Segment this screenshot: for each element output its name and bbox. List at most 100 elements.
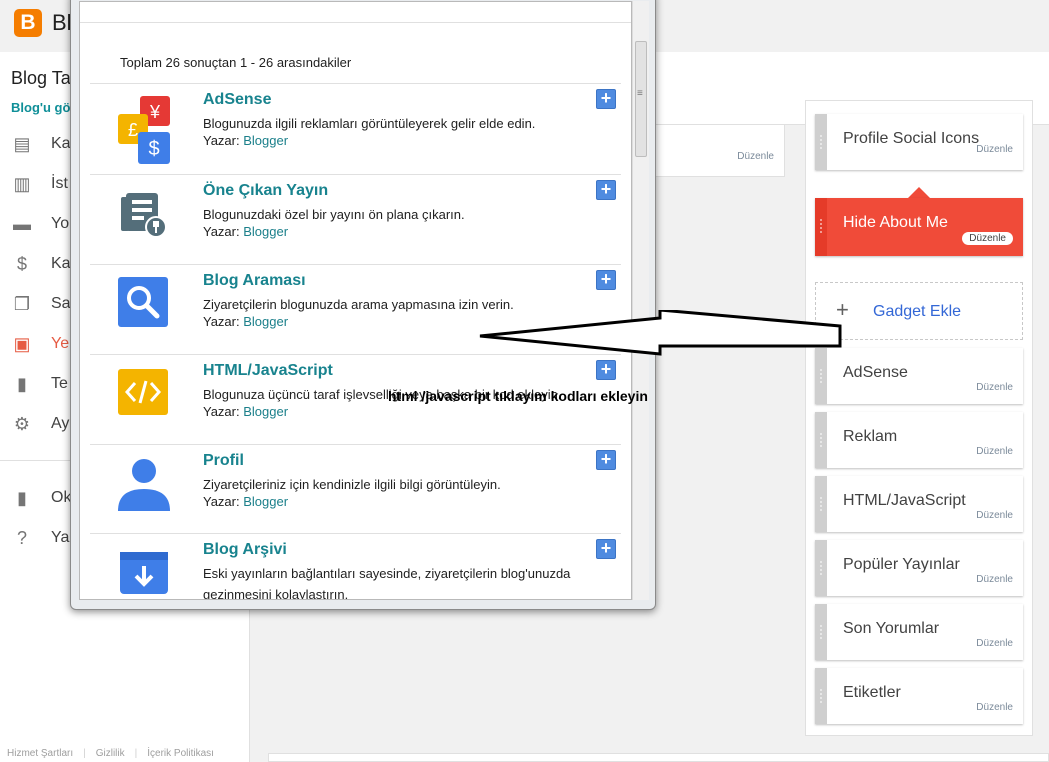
gadget-name: Reklam [843, 428, 898, 445]
drag-handle[interactable] [815, 476, 827, 532]
bottom-panel [268, 753, 1049, 762]
gadget-recent-comments[interactable]: Son Yorumlar Düzenle [815, 604, 1023, 660]
sidebar-item-label: Ye [51, 335, 70, 352]
comments-icon: ▬ [13, 214, 31, 234]
author-label: Yazar: [203, 314, 240, 329]
add-gadget-dialog: Toplam 26 sonuçtan 1 - 26 arasındakiler … [70, 0, 656, 610]
scrollbar-thumb[interactable] [635, 41, 647, 157]
sidebar-item-label: Ya [51, 529, 70, 546]
stats-icon: ▥ [13, 174, 31, 194]
svg-text:£: £ [128, 120, 138, 140]
blog-title: Blog Ta [11, 68, 71, 88]
author-link[interactable]: Blogger [243, 404, 288, 419]
gadget-name: Profile Social Icons [843, 130, 980, 147]
drag-handle[interactable] [815, 198, 827, 256]
gadget-author: Yazar: Blogger [203, 133, 288, 148]
sidebar-item-label: Sa [51, 295, 71, 312]
scrollbar[interactable] [632, 1, 649, 600]
gadget-labels[interactable]: Etiketler Düzenle [815, 668, 1023, 724]
author-link[interactable]: Blogger [243, 314, 288, 329]
author-label: Yazar: [203, 494, 240, 509]
gadget-name: Son Yorumlar [843, 620, 940, 637]
content-policy-link[interactable]: İçerik Politikası [147, 748, 214, 759]
add-gadget-plus-button[interactable]: + [596, 450, 616, 470]
view-blog-link[interactable]: Blog'u gö [11, 100, 70, 115]
annotation-text: html /javascript tıklayım kodları ekleyi… [388, 388, 648, 404]
gadget-option-adsense[interactable]: ¥ £ $ AdSense Blogunuzda ilgili reklamla… [90, 83, 621, 173]
privacy-link[interactable]: Gizlilik [96, 748, 125, 759]
gadget-hide-about-me[interactable]: Hide About Me Düzenle [815, 198, 1023, 256]
gadget-author: Yazar: Blogger [203, 404, 288, 419]
code-icon [118, 367, 170, 419]
sidebar-item-label: Ok [51, 489, 72, 506]
add-gadget-label: Gadget Ekle [873, 303, 962, 320]
gadget-html-javascript[interactable]: HTML/JavaScript Düzenle [815, 476, 1023, 532]
add-gadget-plus-button[interactable]: + [596, 89, 616, 109]
drag-handle[interactable] [815, 604, 827, 660]
edit-link[interactable]: Düzenle [976, 382, 1013, 393]
pointer-arrow-icon [908, 187, 930, 198]
gadget-profile-social-icons[interactable]: Profile Social Icons Düzenle [815, 114, 1023, 170]
drag-handle[interactable] [815, 540, 827, 596]
gadget-title[interactable]: Öne Çıkan Yayın [203, 182, 328, 200]
edit-link[interactable]: Düzenle [976, 702, 1013, 713]
profile-icon [118, 457, 170, 511]
gadget-description: Ziyaretçileriniz için kendinizle ilgili … [203, 477, 501, 492]
drag-handle[interactable] [815, 412, 827, 468]
author-label: Yazar: [203, 133, 240, 148]
gadget-title[interactable]: Blog Araması [203, 272, 306, 290]
svg-text:¥: ¥ [149, 102, 161, 122]
add-gadget-plus-button[interactable]: + [596, 180, 616, 200]
edit-link[interactable]: Düzenle [737, 151, 774, 162]
add-gadget-plus-button[interactable]: + [596, 539, 616, 559]
edit-link[interactable]: Düzenle [976, 446, 1013, 457]
theme-icon: ▮ [17, 374, 27, 394]
gadget-option-blog-archive[interactable]: Blog Arşivi Eski yayınların bağlantıları… [90, 533, 621, 599]
gadget-name: HTML/JavaScript [843, 492, 966, 509]
featured-post-icon [118, 187, 170, 239]
blogger-logo[interactable]: B [14, 9, 42, 37]
gadget-name: AdSense [843, 364, 908, 381]
gadget-reklam[interactable]: Reklam Düzenle [815, 412, 1023, 468]
gadget-option-profile[interactable]: Profil Ziyaretçileriniz için kendinizle … [90, 444, 621, 534]
edit-link[interactable]: Düzenle [976, 144, 1013, 155]
edit-link[interactable]: Düzenle [976, 574, 1013, 585]
sidebar-item-label: Ka [51, 255, 71, 272]
gadget-popular-posts[interactable]: Popüler Yayınlar Düzenle [815, 540, 1023, 596]
search-icon [118, 277, 170, 329]
add-gadget-plus-button[interactable]: + [596, 270, 616, 290]
edit-link[interactable]: Düzenle [976, 638, 1013, 649]
pages-icon: ❐ [13, 294, 31, 314]
gadget-list[interactable]: Toplam 26 sonuçtan 1 - 26 arasındakiler … [79, 1, 632, 600]
layout-icon: ▣ [13, 334, 31, 354]
gadget-title[interactable]: HTML/JavaScript [203, 362, 333, 380]
drag-handle[interactable] [815, 114, 827, 170]
footer-links: Hizmet Şartları | Gizlilik | İçerik Politika… [7, 748, 214, 759]
author-link[interactable]: Blogger [243, 224, 288, 239]
sidebar-item-label: Ka [51, 135, 71, 152]
drag-handle[interactable] [815, 668, 827, 724]
sidebar-item-label: Te [51, 375, 68, 392]
archive-icon [118, 546, 170, 598]
gadget-title[interactable]: Profil [203, 452, 244, 470]
gadget-title[interactable]: AdSense [203, 91, 271, 109]
earnings-icon: $ [16, 254, 27, 274]
gadget-name: Popüler Yayınlar [843, 556, 960, 573]
adsense-icon: ¥ £ $ [118, 96, 170, 164]
divider [80, 22, 631, 23]
gadget-title[interactable]: Blog Arşivi [203, 541, 287, 559]
author-link[interactable]: Blogger [243, 133, 288, 148]
author-label: Yazar: [203, 404, 240, 419]
gadget-option-featured-post[interactable]: Öne Çıkan Yayın Blogunuzdaki özel bir ya… [90, 174, 621, 264]
author-link[interactable]: Blogger [243, 494, 288, 509]
edit-button[interactable]: Düzenle [962, 232, 1013, 245]
sidebar-item-label: Yo [51, 215, 70, 232]
settings-icon: ⚙ [13, 414, 31, 434]
annotation-arrow-icon [479, 310, 842, 356]
gadget-author: Yazar: Blogger [203, 494, 288, 509]
reading-list-icon: ▮ [17, 488, 27, 508]
edit-link[interactable]: Düzenle [976, 510, 1013, 521]
gadget-author: Yazar: Blogger [203, 314, 288, 329]
sidebar-item-label: İst [51, 175, 68, 192]
terms-link[interactable]: Hizmet Şartları [7, 748, 73, 759]
